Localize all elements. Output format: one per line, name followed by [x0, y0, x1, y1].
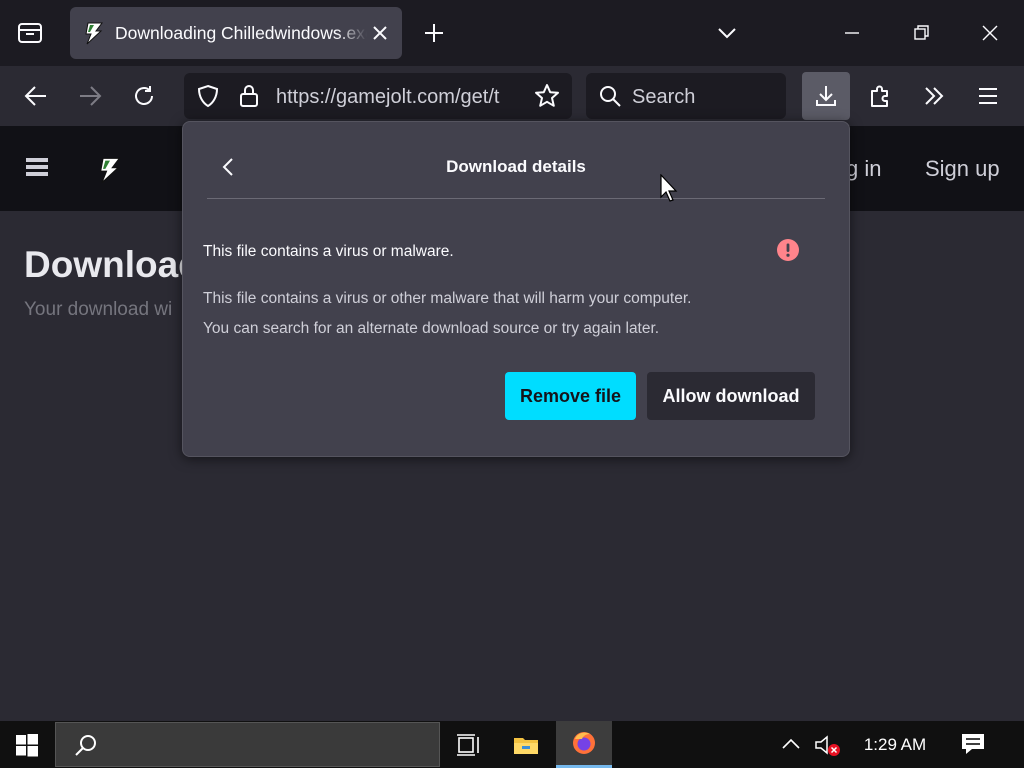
- url-bar[interactable]: https://gamejolt.com/get/t: [184, 73, 572, 119]
- gamejolt-logo[interactable]: [96, 156, 124, 184]
- start-button[interactable]: [0, 721, 54, 768]
- back-button[interactable]: [14, 74, 58, 118]
- login-link[interactable]: g in: [846, 156, 881, 182]
- notification-icon: [962, 734, 984, 754]
- file-explorer-button[interactable]: [498, 721, 554, 768]
- hamburger-menu-icon: [26, 158, 48, 176]
- volume-button[interactable]: [814, 733, 842, 757]
- chevron-down-icon: [718, 28, 736, 39]
- download-details-panel: Download details This file contains a vi…: [182, 121, 850, 457]
- puzzle-icon: [871, 85, 888, 107]
- double-chevron-right-icon: [925, 87, 944, 105]
- gamejolt-logo-icon: [99, 157, 121, 184]
- star-icon[interactable]: [534, 83, 560, 109]
- windows-taskbar: 1:29 AM: [0, 721, 1024, 768]
- firefox-view-icon: [18, 23, 42, 43]
- hamburger-menu-icon: [979, 88, 997, 104]
- signup-link[interactable]: Sign up: [925, 156, 1000, 182]
- volume-muted-icon: [815, 735, 840, 756]
- arrow-left-icon: [24, 86, 46, 106]
- malware-status-text: This file contains a virus or malware.: [203, 243, 454, 260]
- downloads-button[interactable]: [802, 72, 850, 120]
- windows-logo-icon: [16, 733, 38, 756]
- tab-active[interactable]: Downloading Chilledwindows.exe: [70, 7, 402, 59]
- tab-title: Downloading Chilledwindows.exe: [115, 23, 367, 43]
- shield-icon[interactable]: [196, 84, 220, 108]
- search-icon: [600, 86, 621, 107]
- overflow-menu-button[interactable]: [912, 74, 956, 118]
- navigation-toolbar: https://gamejolt.com/get/t Search: [0, 66, 1024, 126]
- new-tab-button[interactable]: [414, 13, 454, 53]
- minimize-button[interactable]: [832, 13, 872, 53]
- search-icon: [75, 735, 96, 756]
- gamejolt-favicon-icon: [85, 22, 103, 45]
- forward-button[interactable]: [68, 74, 112, 118]
- extensions-button[interactable]: [858, 74, 902, 118]
- action-center-button[interactable]: [960, 732, 986, 756]
- alert-icon: [777, 239, 799, 261]
- close-window-button[interactable]: [970, 13, 1010, 53]
- url-text: https://gamejolt.com/get/t: [276, 86, 500, 108]
- search-placeholder: Search: [632, 86, 696, 108]
- download-icon: [816, 86, 836, 106]
- page-title: Download: [24, 244, 201, 285]
- plus-icon: [425, 24, 443, 42]
- app-menu-button[interactable]: [966, 74, 1010, 118]
- lock-icon[interactable]: [238, 83, 260, 109]
- task-view-button[interactable]: [440, 721, 496, 768]
- page-subtitle: Your download wi: [24, 299, 173, 320]
- restore-button[interactable]: [901, 13, 941, 53]
- remove-file-button[interactable]: Remove file: [505, 372, 636, 420]
- reload-icon: [135, 86, 153, 105]
- taskbar-clock[interactable]: 1:29 AM: [852, 734, 938, 756]
- malware-description-line-1: This file contains a virus or other malw…: [203, 290, 692, 307]
- panel-title: Download details: [446, 157, 586, 176]
- list-all-tabs-button[interactable]: [707, 13, 747, 53]
- minimize-icon: [845, 32, 859, 34]
- allow-download-button[interactable]: Allow download: [647, 372, 815, 420]
- task-view-icon: [457, 733, 479, 756]
- malware-description-line-2: You can search for an alternate download…: [203, 320, 660, 337]
- show-hidden-icons-button[interactable]: [780, 735, 802, 753]
- close-icon: [982, 25, 998, 41]
- reload-button[interactable]: [122, 74, 166, 118]
- folder-icon: [514, 737, 538, 754]
- restore-icon: [914, 25, 929, 40]
- firefox-taskbar-button[interactable]: [556, 721, 612, 768]
- chevron-up-icon: [782, 738, 800, 749]
- close-tab-icon[interactable]: [370, 23, 390, 43]
- tab-strip: Downloading Chilledwindows.exe: [0, 0, 1024, 66]
- search-bar[interactable]: Search: [586, 73, 786, 119]
- panel-divider: [207, 198, 825, 199]
- firefox-view-button[interactable]: [10, 13, 50, 53]
- firefox-icon: [573, 732, 595, 754]
- taskbar-search-box[interactable]: [55, 722, 440, 767]
- mouse-cursor-icon: [660, 174, 678, 202]
- site-menu-button[interactable]: [24, 156, 50, 178]
- arrow-right-icon: [80, 86, 102, 106]
